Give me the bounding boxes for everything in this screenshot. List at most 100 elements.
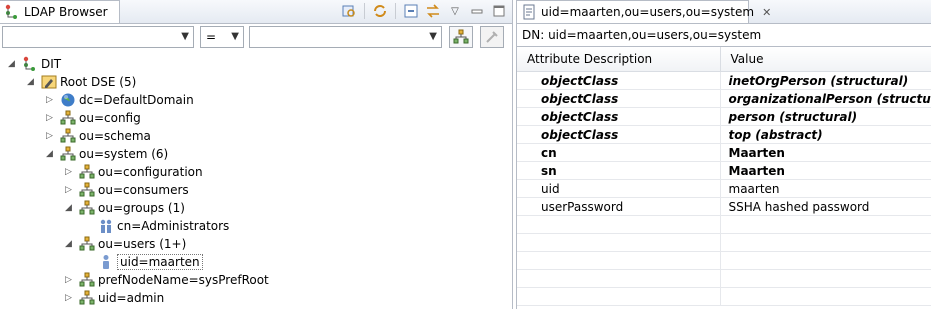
attribute-combo[interactable]: ▼ bbox=[2, 26, 194, 48]
attribute-value-cell[interactable]: organizationalPerson (structural) bbox=[720, 89, 931, 108]
tree-node-ou-users[interactable]: ◢ ou=users (1+) bbox=[65, 235, 186, 253]
clear-search-button[interactable] bbox=[480, 26, 504, 48]
ldap-browser-icon bbox=[4, 4, 20, 20]
collapsed-triangle-icon[interactable]: ▷ bbox=[65, 276, 74, 285]
attribute-value-cell[interactable] bbox=[720, 215, 931, 234]
tree-node-ou-system[interactable]: ◢ ou=system (6) bbox=[46, 145, 169, 163]
attribute-value-cell[interactable]: SSHA hashed password bbox=[720, 197, 931, 216]
ldap-browser-tab[interactable]: LDAP Browser bbox=[0, 0, 120, 23]
attribute-value-cell[interactable] bbox=[720, 233, 931, 252]
attribute-row[interactable] bbox=[517, 287, 931, 306]
org-unit-icon bbox=[79, 164, 95, 180]
collapsed-triangle-icon[interactable]: ▷ bbox=[46, 114, 55, 123]
attribute-name-cell[interactable]: objectClass bbox=[517, 125, 721, 144]
value-combo[interactable]: ▼ bbox=[249, 26, 442, 48]
attribute-value-cell[interactable] bbox=[720, 287, 931, 306]
operator-combo[interactable]: = ▼ bbox=[200, 26, 244, 48]
attribute-name-cell[interactable] bbox=[517, 251, 721, 270]
link-with-editor-icon[interactable] bbox=[340, 2, 358, 20]
chevron-down-icon: ▼ bbox=[181, 31, 189, 42]
attribute-name-cell[interactable]: uid bbox=[517, 179, 721, 198]
expanded-triangle-icon[interactable]: ◢ bbox=[27, 78, 36, 87]
attribute-row[interactable] bbox=[517, 233, 931, 252]
attribute-row[interactable]: cn Maarten bbox=[517, 143, 931, 162]
tree-node-uid-admin[interactable]: ▷ uid=admin bbox=[65, 289, 164, 307]
attribute-row[interactable]: sn Maarten bbox=[517, 161, 931, 180]
tree-node-root-dse[interactable]: ◢ Root DSE (5) bbox=[27, 73, 136, 91]
attribute-row[interactable] bbox=[517, 215, 931, 234]
close-icon[interactable]: ✕ bbox=[762, 6, 771, 19]
attribute-value-cell[interactable]: maarten bbox=[720, 179, 931, 198]
expanded-triangle-icon[interactable]: ◢ bbox=[65, 204, 74, 213]
attribute-row[interactable] bbox=[517, 251, 931, 270]
quick-search-button[interactable] bbox=[449, 26, 473, 48]
tree-node-ou-consumers[interactable]: ▷ ou=consumers bbox=[65, 181, 189, 199]
minimize-icon[interactable] bbox=[468, 2, 486, 20]
expanded-triangle-icon[interactable]: ◢ bbox=[8, 60, 17, 69]
tree-node-cn-administrators[interactable]: cn=Administrators bbox=[98, 217, 229, 235]
operator-combo-value: = bbox=[206, 30, 217, 44]
attribute-value-cell[interactable]: inetOrgPerson (structural) bbox=[720, 71, 931, 90]
attribute-row[interactable]: objectClass person (structural) bbox=[517, 107, 931, 126]
collapsed-triangle-icon[interactable]: ▷ bbox=[65, 168, 74, 177]
attribute-name-cell[interactable]: objectClass bbox=[517, 107, 721, 126]
attribute-name-cell[interactable] bbox=[517, 269, 721, 288]
attribute-row[interactable]: uid maarten bbox=[517, 179, 931, 198]
attribute-row[interactable]: objectClass inetOrgPerson (structural) bbox=[517, 71, 931, 90]
attribute-row[interactable] bbox=[517, 269, 931, 288]
org-unit-icon bbox=[79, 290, 95, 306]
tree-node-label: ou=system (6) bbox=[79, 147, 169, 161]
attribute-name-cell[interactable]: sn bbox=[517, 161, 721, 180]
collapsed-triangle-icon[interactable]: ▷ bbox=[65, 294, 74, 303]
attribute-row[interactable]: objectClass organizationalPerson (structu… bbox=[517, 89, 931, 108]
ldap-browser-view: LDAP Browser ▽ ▼ = ▼ ▼ ◢ DIT ◢ Root DSE … bbox=[0, 0, 513, 309]
ldap-browser-toolbar: ▽ bbox=[340, 2, 508, 20]
tree-node-ou-config[interactable]: ▷ ou=config bbox=[46, 109, 141, 127]
attribute-name-cell[interactable] bbox=[517, 233, 721, 252]
org-unit-icon bbox=[60, 128, 76, 144]
attribute-value-cell[interactable]: Maarten bbox=[720, 143, 931, 162]
collapsed-triangle-icon[interactable]: ▷ bbox=[65, 186, 74, 195]
tree-node-ou-groups[interactable]: ◢ ou=groups (1) bbox=[65, 199, 185, 217]
collapsed-triangle-icon[interactable]: ▷ bbox=[46, 96, 55, 105]
maximize-icon[interactable] bbox=[490, 2, 508, 20]
org-unit-icon bbox=[79, 236, 95, 252]
attribute-value-cell[interactable] bbox=[720, 269, 931, 288]
tree-node-prefnodename[interactable]: ▷ prefNodeName=sysPrefRoot bbox=[65, 271, 269, 289]
tree-node-dit[interactable]: ◢ DIT bbox=[8, 55, 61, 73]
refresh-icon[interactable] bbox=[371, 2, 389, 20]
attribute-name-cell[interactable] bbox=[517, 215, 721, 234]
person-icon bbox=[98, 254, 114, 270]
attribute-value-cell[interactable]: person (structural) bbox=[720, 107, 931, 126]
attribute-value-cell[interactable] bbox=[720, 251, 931, 270]
tree-node-ou-configuration[interactable]: ▷ ou=configuration bbox=[65, 163, 203, 181]
tree-node-ou-schema[interactable]: ▷ ou=schema bbox=[46, 127, 151, 145]
dn-label: DN: uid=maarten,ou=users,ou=system bbox=[517, 24, 931, 47]
view-menu-icon[interactable]: ▽ bbox=[446, 2, 464, 20]
tree-node-label: ou=schema bbox=[79, 129, 151, 143]
column-header-attribute[interactable]: Attribute Description bbox=[517, 47, 721, 72]
tree-node-label: ou=groups (1) bbox=[98, 201, 185, 215]
org-unit-icon bbox=[79, 200, 95, 216]
expanded-triangle-icon[interactable]: ◢ bbox=[46, 150, 55, 159]
attribute-name-cell[interactable]: userPassword bbox=[517, 197, 721, 216]
group-icon bbox=[98, 218, 114, 234]
attribute-name-cell[interactable]: objectClass bbox=[517, 71, 721, 90]
sync-icon[interactable] bbox=[424, 2, 442, 20]
expanded-triangle-icon[interactable]: ◢ bbox=[65, 240, 74, 249]
collapsed-triangle-icon[interactable]: ▷ bbox=[46, 132, 55, 141]
attribute-name-cell[interactable]: cn bbox=[517, 143, 721, 162]
tree-node-uid-maarten[interactable]: uid=maarten bbox=[98, 253, 203, 271]
tree-node-default-domain[interactable]: ▷ dc=DefaultDomain bbox=[46, 91, 194, 109]
attribute-name-cell[interactable] bbox=[517, 287, 721, 306]
attribute-name-cell[interactable]: objectClass bbox=[517, 89, 721, 108]
quick-search-row: ▼ = ▼ ▼ bbox=[2, 26, 510, 50]
entry-editor-tab[interactable]: uid=maarten,ou=users,ou=system ✕ bbox=[517, 0, 771, 23]
attribute-value-cell[interactable]: Maarten bbox=[720, 161, 931, 180]
attribute-row[interactable]: userPassword SSHA hashed password bbox=[517, 197, 931, 216]
attribute-value-cell[interactable]: top (abstract) bbox=[720, 125, 931, 144]
attribute-table: Attribute Description Value objectClass i… bbox=[517, 47, 931, 306]
attribute-row[interactable]: objectClass top (abstract) bbox=[517, 125, 931, 144]
collapse-all-icon[interactable] bbox=[402, 2, 420, 20]
column-header-value[interactable]: Value bbox=[720, 47, 931, 72]
